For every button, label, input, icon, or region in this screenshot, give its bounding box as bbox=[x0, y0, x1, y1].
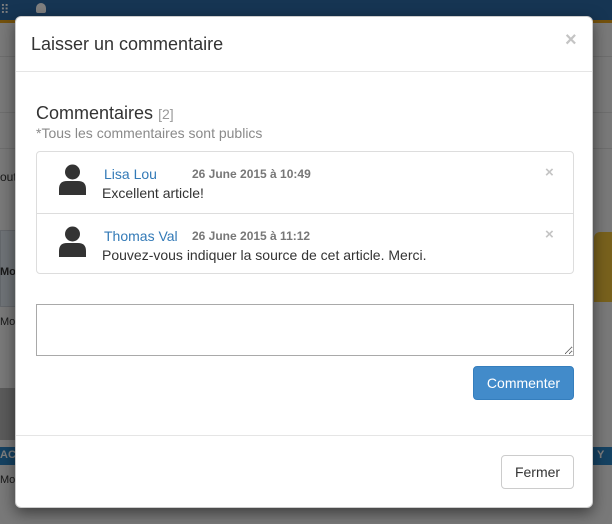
comment-author[interactable]: Lisa Lou bbox=[104, 166, 157, 182]
comment-date: 26 June 2015 à 10:49 bbox=[192, 167, 311, 181]
comment-input[interactable] bbox=[36, 304, 574, 356]
comment-date: 26 June 2015 à 11:12 bbox=[192, 229, 311, 243]
comment-text: Pouvez-vous indiquer la source de cet ar… bbox=[102, 247, 427, 263]
delete-icon[interactable]: × bbox=[545, 164, 554, 181]
public-notice: *Tous les commentaires sont publics bbox=[36, 125, 263, 141]
list-item: Lisa Lou 26 June 2015 à 10:49 Excellent … bbox=[37, 152, 573, 213]
modal-title: Laisser un commentaire bbox=[31, 34, 224, 54]
modal-header: Laisser un commentaire × bbox=[16, 17, 592, 72]
comment-list: Lisa Lou 26 June 2015 à 10:49 Excellent … bbox=[36, 151, 574, 274]
user-silhouette-icon bbox=[59, 164, 86, 195]
delete-icon[interactable]: × bbox=[545, 226, 554, 243]
comments-heading-label: Commentaires bbox=[36, 103, 154, 123]
modal-footer-divider bbox=[16, 435, 592, 436]
comment-author[interactable]: Thomas Val bbox=[104, 228, 178, 244]
submit-comment-button[interactable]: Commenter bbox=[473, 366, 574, 400]
comment-text: Excellent article! bbox=[102, 185, 204, 201]
comment-modal: Laisser un commentaire × Commentaires [2… bbox=[15, 16, 593, 508]
user-silhouette-icon bbox=[59, 226, 86, 257]
close-icon[interactable]: × bbox=[565, 30, 577, 50]
list-item: Thomas Val 26 June 2015 à 11:12 Pouvez-v… bbox=[37, 213, 573, 275]
close-button[interactable]: Fermer bbox=[501, 455, 574, 489]
comments-heading: Commentaires [2] bbox=[36, 103, 174, 124]
comment-count: [2] bbox=[158, 106, 174, 122]
